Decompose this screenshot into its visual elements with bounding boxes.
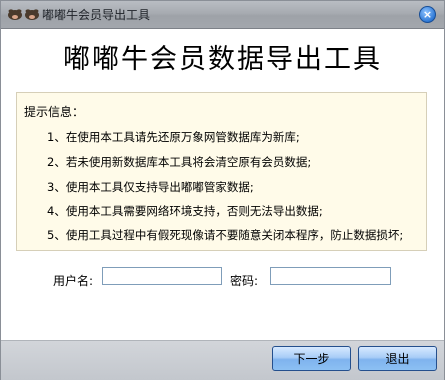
next-button[interactable]: 下一步 bbox=[272, 346, 351, 371]
info-panel: 提示信息： 1、在使用本工具请先还原万象网管数据库为新库; 2、若未使用新数据库… bbox=[16, 92, 427, 251]
username-field[interactable] bbox=[102, 267, 222, 285]
info-item: 5、使用工具过程中有假死现像请不要随意关闭本程序，防止数据损坏; bbox=[47, 228, 404, 242]
info-item: 1、在使用本工具请先还原万象网管数据库为新库; bbox=[47, 130, 300, 144]
info-item: 3、使用本工具仅支持导出嘟嘟管家数据; bbox=[47, 180, 254, 194]
close-button[interactable]: × bbox=[419, 6, 436, 23]
password-label: 密码: bbox=[230, 274, 259, 288]
info-heading: 提示信息： bbox=[24, 105, 85, 119]
exit-button[interactable]: 退出 bbox=[358, 346, 437, 371]
app-window: 嘟嘟牛会员导出工具 × 嘟嘟牛会员数据导出工具 提示信息： 1、在使用本工具请先… bbox=[0, 0, 445, 380]
info-item: 4、使用本工具需要网络环境支持，否则无法导出数据; bbox=[47, 204, 323, 218]
info-item: 2、若未使用新数据库本工具将会清空原有会员数据; bbox=[47, 155, 312, 169]
username-label: 用户名: bbox=[53, 274, 94, 288]
button-bar: 下一步 退出 bbox=[1, 340, 444, 380]
cow-logo-icon bbox=[8, 9, 39, 20]
title-bar[interactable]: 嘟嘟牛会员导出工具 × bbox=[1, 1, 444, 29]
password-field[interactable] bbox=[270, 267, 391, 285]
close-icon: × bbox=[422, 8, 433, 21]
window-title: 嘟嘟牛会员导出工具 bbox=[42, 8, 151, 22]
page-title: 嘟嘟牛会员数据导出工具 bbox=[63, 44, 382, 75]
